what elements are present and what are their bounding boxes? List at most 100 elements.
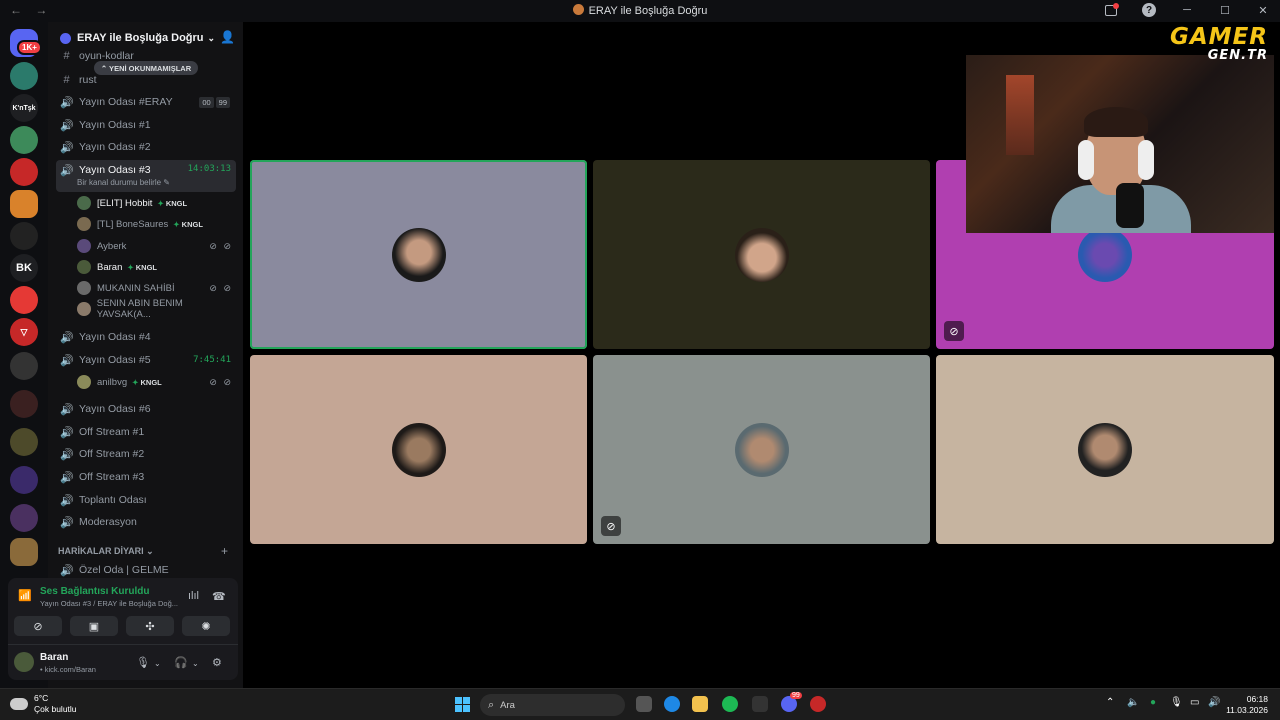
server-icon[interactable] [10, 538, 38, 566]
date: 11.03.2026 [1226, 705, 1268, 715]
chevron-down-icon[interactable]: ⌄ [192, 659, 199, 668]
voice-user[interactable]: MUKANIN SAHİBİ ⊘ ⊘ [77, 278, 237, 298]
soundboard-button[interactable]: ✺ [182, 616, 230, 636]
voice-channel-4[interactable]: 🔊 Yayın Odası #4 [56, 326, 236, 348]
participant-tile[interactable]: ⊘ [593, 355, 930, 544]
user-count: 00 [199, 96, 214, 108]
voice-channel-off-stream-1[interactable]: 🔊 Off Stream #1 [56, 421, 236, 443]
voice-channel-1[interactable]: 🔊 Yayın Odası #1 [56, 114, 236, 136]
task-view-icon[interactable] [636, 696, 652, 712]
server-icon[interactable] [10, 222, 38, 250]
voice-user[interactable]: Baran KNGL [77, 257, 237, 277]
person-add-icon[interactable]: 👤 [220, 30, 235, 44]
channel-name: Yayın Odası #3 [79, 164, 151, 176]
voice-channel-off-stream-2[interactable]: 🔊 Off Stream #2 [56, 443, 236, 465]
deafened-icon: ⊘ [601, 516, 621, 536]
voice-channel-3[interactable]: 🔊 Yayın Odası #3 14:03:13 [56, 160, 236, 192]
screen-share-button[interactable]: ▣ [70, 616, 118, 636]
server-folder-icon[interactable] [10, 428, 38, 456]
server-icon[interactable]: ▽ [10, 318, 38, 346]
volume-icon[interactable]: 🔈 [1127, 697, 1139, 708]
disconnect-icon[interactable]: ☎ [212, 590, 226, 603]
start-button[interactable] [455, 697, 470, 712]
channel-name: Toplantı Odası [79, 494, 147, 506]
participant-tile[interactable] [250, 355, 587, 544]
microphone-icon[interactable]: 🎙 [1170, 697, 1183, 708]
voice-channel-toplanti[interactable]: 🔊 Toplantı Odası [56, 489, 236, 511]
voice-channel-5[interactable]: 🔊 Yayın Odası #5 7:45:41 [56, 349, 236, 371]
server-icon[interactable] [10, 190, 38, 218]
participant-tile[interactable] [593, 160, 930, 349]
close-button[interactable]: ✕ [1256, 3, 1270, 17]
hashtag-icon: # [63, 50, 70, 62]
add-channel-icon[interactable]: + [221, 544, 228, 558]
minimize-button[interactable]: ─ [1180, 3, 1194, 17]
camera-off-button[interactable]: ⊘ [14, 616, 62, 636]
network-icon[interactable]: ▭ [1190, 697, 1199, 708]
voice-user[interactable]: anilbvg KNGL ⊘ ⊘ [77, 372, 237, 392]
connection-location[interactable]: Yayın Odası #3 / ERAY ile Boşluğa Doğ... [40, 599, 178, 608]
app-icon[interactable] [752, 696, 768, 712]
speaker-icon[interactable]: 🔊 [1208, 697, 1220, 708]
voice-user[interactable]: Ayberk ⊘ ⊘ [77, 236, 237, 256]
speaker-icon: 🔊 [60, 426, 74, 439]
app-icon[interactable] [810, 696, 826, 712]
hashtag-icon: # [63, 74, 70, 86]
voice-channel-off-stream-3[interactable]: 🔊 Off Stream #3 [56, 466, 236, 488]
chevron-down-icon[interactable]: ⌄ [154, 659, 161, 668]
maximize-button[interactable]: ☐ [1218, 3, 1232, 17]
voice-user[interactable]: [ELIT] Hobbit KNGL [77, 193, 237, 213]
voice-channel-ozel-oda[interactable]: 🔊 Özel Oda | GELME [56, 561, 236, 579]
channel-name: Yayın Odası #1 [79, 119, 151, 131]
server-icon[interactable] [10, 62, 38, 90]
server-icon[interactable] [10, 126, 38, 154]
channel-rust[interactable]: # rust [56, 69, 236, 91]
channel-status-hint[interactable]: Bir kanal durumu belirle ✎ [77, 178, 170, 187]
server-icon[interactable] [10, 158, 38, 186]
speaker-icon: 🔊 [60, 165, 74, 177]
server-folder-icon[interactable] [10, 466, 38, 494]
inbox-icon[interactable] [1104, 2, 1119, 17]
participant-tile[interactable] [936, 355, 1274, 544]
edge-icon[interactable] [664, 696, 680, 712]
speaker-icon: 🔊 [60, 516, 74, 529]
server-folder-icon[interactable] [10, 352, 38, 380]
voice-channel-moderasyon[interactable]: 🔊 Moderasyon [56, 511, 236, 533]
current-user-name[interactable]: Baran [40, 652, 68, 663]
microphone-icon[interactable]: 🎙 [136, 656, 150, 669]
server-icon[interactable]: BK [10, 254, 38, 282]
voice-channel-eray[interactable]: 🔊 Yayın Odası #ERAY 00 99 [56, 91, 236, 113]
spotify-icon[interactable] [722, 696, 738, 712]
server-folder-icon[interactable] [10, 390, 38, 418]
chevron-up-icon[interactable]: ⌃ [1106, 697, 1114, 708]
server-icon[interactable]: K'nTşk [10, 94, 38, 122]
unread-badge: 1K+ [17, 40, 42, 55]
voice-user[interactable]: [TL] BoneSaures KNGL [77, 214, 237, 234]
voice-channel-6[interactable]: 🔊 Yayın Odası #6 [56, 398, 236, 420]
voice-user[interactable]: SENIN ABIN BENIM YAVSAK(A... [77, 298, 237, 320]
weather-widget[interactable]: 6°C Çok bulutlu [10, 693, 77, 715]
status-dot-icon[interactable]: ● [1150, 697, 1156, 708]
headphones-icon[interactable]: 🎧 [174, 656, 188, 669]
voice-channel-2[interactable]: 🔊 Yayın Odası #2 [56, 136, 236, 158]
channel-name: Özel Oda | GELME [79, 564, 169, 576]
server-folder-icon[interactable] [10, 504, 38, 532]
speaker-icon: 🔊 [60, 331, 74, 344]
channel-name: Yayın Odası #5 [79, 354, 151, 366]
help-icon[interactable]: ? [1142, 3, 1156, 17]
avatar[interactable] [14, 652, 34, 672]
connection-status[interactable]: Ses Bağlantısı Kuruldu [40, 586, 149, 597]
settings-gear-icon[interactable]: ⚙ [212, 656, 222, 669]
noise-suppression-icon[interactable]: ılıl [188, 590, 199, 602]
file-explorer-icon[interactable] [692, 696, 708, 712]
speaker-icon: 🔊 [60, 119, 74, 132]
channel-timer: 7:45:41 [193, 355, 231, 365]
signal-icon: 📶 [18, 590, 32, 602]
participant-tile[interactable] [250, 160, 587, 349]
search-box[interactable]: ⌕ Ara [480, 694, 625, 716]
server-icon[interactable] [10, 286, 38, 314]
clock[interactable]: 06:18 11.03.2026 [1226, 694, 1268, 716]
channel-oyun-kodlar[interactable]: # oyun-kodlar [56, 46, 236, 66]
category-header[interactable]: HARİKALAR DİYARI ⌄ [58, 546, 154, 557]
activities-button[interactable]: ✣ [126, 616, 174, 636]
